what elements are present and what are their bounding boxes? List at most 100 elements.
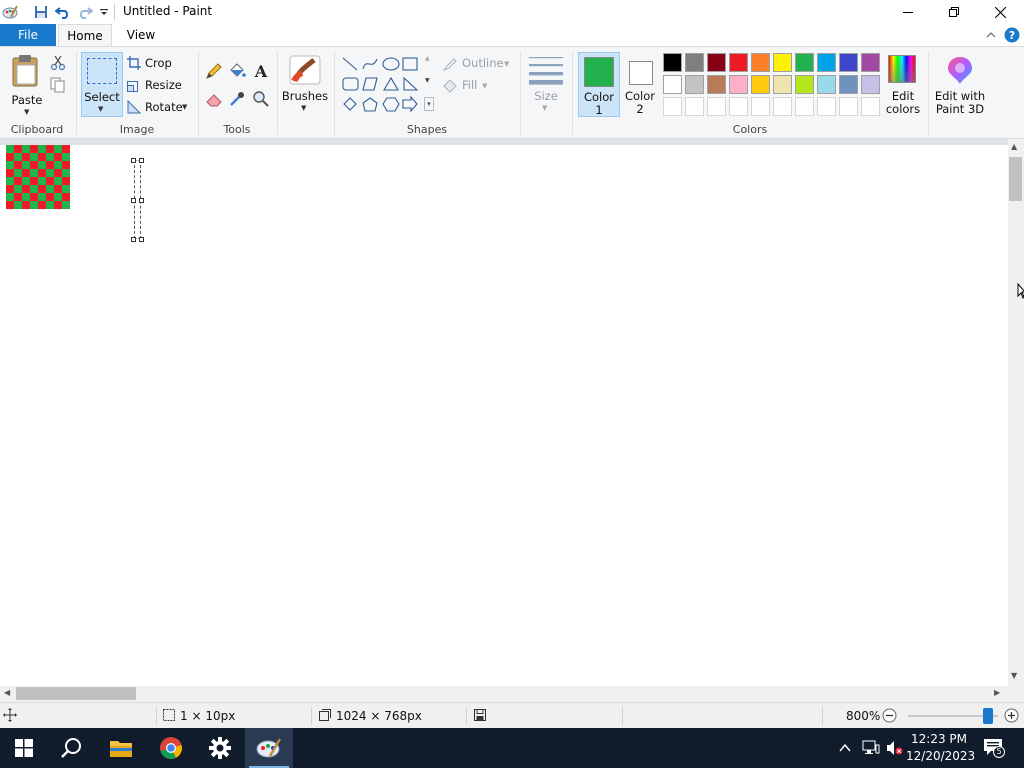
custom-color-slot[interactable] [839,97,858,116]
palette-swatch[interactable] [663,53,682,72]
palette-swatch[interactable] [839,75,858,94]
shapes-scroll-down-icon[interactable]: ▼ [425,77,430,84]
customize-quick-access-icon[interactable] [96,4,112,20]
color2-button[interactable]: Color 2 [621,52,659,117]
file-explorer-icon[interactable] [97,728,145,768]
save-icon[interactable] [33,4,49,20]
volume-muted-icon[interactable] [886,740,904,759]
color1-button[interactable]: Color 1 [578,52,620,117]
scroll-left-icon[interactable]: ◀ [4,688,10,697]
rotate-button[interactable]: Rotate ▼ [127,98,197,116]
selection-handle[interactable] [139,237,144,242]
resize-button[interactable]: Resize [127,76,197,94]
pencil-icon[interactable] [205,62,223,80]
crop-button[interactable]: Crop [127,54,197,72]
selection-handle[interactable] [139,198,144,203]
minimize-ribbon-icon[interactable] [983,27,999,43]
text-tool-icon[interactable]: A [252,62,270,81]
select-button[interactable]: Select ▼ [81,52,123,117]
start-button[interactable] [0,728,48,768]
palette-swatch[interactable] [795,75,814,94]
custom-color-slot[interactable] [663,97,682,116]
selection-handle[interactable] [139,158,144,163]
palette-swatch[interactable] [861,75,880,94]
palette-swatch[interactable] [663,75,682,94]
network-icon[interactable] [862,740,880,759]
tab-home[interactable]: Home [58,24,112,47]
paint-taskbar-icon[interactable] [245,728,293,768]
scroll-right-icon[interactable]: ▶ [994,688,1000,697]
custom-color-slot[interactable] [773,97,792,116]
selection-handle[interactable] [131,158,136,163]
clock-time[interactable]: 12:23 PM [906,732,972,746]
show-hidden-icons-icon[interactable] [838,741,852,758]
undo-icon[interactable] [55,4,71,20]
notifications-button[interactable]: 5 [982,738,1005,758]
search-icon[interactable] [48,728,96,768]
custom-color-slot[interactable] [751,97,770,116]
checkerboard-pattern[interactable] [6,145,70,209]
palette-swatch[interactable] [839,53,858,72]
horizontal-scroll-thumb[interactable] [16,687,136,700]
palette-swatch[interactable] [685,75,704,94]
fill-bucket-icon[interactable] [228,62,246,80]
restore-button[interactable] [931,0,977,24]
zoom-in-button[interactable] [1004,708,1019,726]
custom-color-slot[interactable] [795,97,814,116]
palette-swatch[interactable] [707,53,726,72]
shapes-gallery[interactable] [340,55,422,115]
palette-swatch[interactable] [707,75,726,94]
palette-swatch[interactable] [729,53,748,72]
scroll-down-icon[interactable]: ▼ [1011,671,1017,680]
edit-colors-button[interactable]: Edit colors [883,52,923,117]
custom-color-slot[interactable] [707,97,726,116]
settings-icon[interactable] [196,728,244,768]
chrome-icon[interactable] [147,728,195,768]
palette-swatch[interactable] [751,53,770,72]
shapes-scroll[interactable]: ▲ ▼ ▾ [423,55,435,113]
shapes-expand-icon[interactable]: ▾ [424,97,434,111]
palette-swatch[interactable] [685,53,704,72]
cut-icon[interactable] [50,55,68,71]
shapes-scroll-up-icon[interactable]: ▲ [425,55,430,62]
zoom-slider-thumb[interactable] [983,708,994,724]
vertical-scroll-thumb[interactable] [1009,157,1022,201]
palette-swatch[interactable] [861,53,880,72]
paste-button[interactable]: Paste ▼ [6,51,48,116]
palette-swatch[interactable] [795,53,814,72]
zoom-out-button[interactable] [882,708,897,726]
palette-swatch[interactable] [817,53,836,72]
custom-color-slot[interactable] [685,97,704,116]
redo-icon[interactable] [77,4,93,20]
eraser-icon[interactable] [205,90,223,108]
vertical-scrollbar[interactable]: ▲ ▼ [1008,139,1024,686]
close-button[interactable] [977,0,1023,24]
palette-swatch[interactable] [773,53,792,72]
color-picker-icon[interactable] [228,90,246,108]
magnifier-icon[interactable] [252,90,270,108]
selection-handle[interactable] [131,198,136,203]
edit-with-paint3d-button[interactable]: Edit with Paint 3D [932,52,988,117]
brushes-button[interactable]: Brushes ▼ [281,52,329,117]
help-icon[interactable]: ? [1004,27,1020,43]
custom-color-slot[interactable] [729,97,748,116]
scroll-up-icon[interactable]: ▲ [1011,142,1017,151]
copy-icon[interactable] [50,77,68,93]
canvas-viewport[interactable]: ▲ ▼ [0,139,1024,686]
tab-file[interactable]: File [0,24,56,46]
custom-color-slot[interactable] [861,97,880,116]
custom-color-slot[interactable] [817,97,836,116]
palette-swatch[interactable] [751,75,770,94]
minimize-button[interactable] [885,0,931,24]
size-button[interactable]: Size ▼ [526,52,566,117]
clock-date[interactable]: 12/20/2023 [906,749,975,763]
palette-swatch[interactable] [773,75,792,94]
tab-view[interactable]: View [118,24,164,46]
palette-swatch[interactable] [817,75,836,94]
outline-button[interactable]: Outline ▼ [442,55,514,73]
fill-button[interactable]: Fill ▼ [442,77,514,95]
horizontal-scrollbar[interactable]: ◀ ▶ [0,686,1008,702]
selection-handle[interactable] [131,237,136,242]
palette-swatch[interactable] [729,75,748,94]
paint-app-icon[interactable] [2,4,18,20]
